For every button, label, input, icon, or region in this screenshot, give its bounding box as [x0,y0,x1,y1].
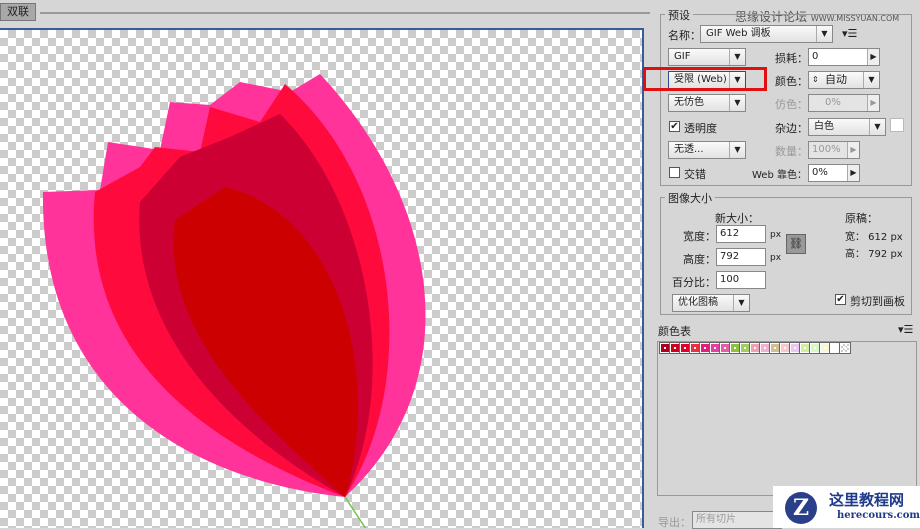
color-swatch[interactable] [819,342,831,354]
chevron-down-icon: ▼ [816,26,832,42]
orig-width: 宽： 612 px [845,232,903,243]
color-swatch[interactable] [789,342,801,354]
chevron-down-icon: ▼ [869,119,885,135]
swatch-list [658,342,916,354]
highlight-box [643,67,767,91]
unit-label: px [770,230,782,240]
export-select: 所有切片 [692,511,782,529]
color-swatch[interactable] [719,342,731,354]
orig-height: 高： 792 px [845,249,903,260]
tulip-image [42,74,426,528]
dither-input: 0% ▶ [808,94,880,112]
color-swatch[interactable] [809,342,821,354]
amount-label: 数量： [775,145,808,158]
matte-select[interactable]: 白色 ▼ [808,118,886,136]
clip-checkbox[interactable]: ✔ [835,294,846,305]
color-swatch[interactable] [709,342,721,354]
color-swatch[interactable] [749,342,761,354]
color-swatch[interactable] [759,342,771,354]
clip-label: 剪切到画板 [850,295,905,308]
color-swatch[interactable] [779,342,791,354]
color-table[interactable] [657,341,917,496]
matte-label: 杂边： [775,122,808,135]
color-swatch[interactable] [689,342,701,354]
name-label: 名称： [668,29,701,42]
color-swatch[interactable] [669,342,681,354]
image-size-legend: 图像大小 [665,190,715,206]
preset-legend: 预设 [665,7,693,23]
chevron-down-icon: ▼ [729,49,745,65]
color-swatch[interactable] [699,342,711,354]
chevron-down-icon: ▼ [729,95,745,111]
color-swatch[interactable] [739,342,751,354]
dither-algo-select[interactable]: 无仿色 ▼ [668,94,746,112]
height-input[interactable]: 792 [716,248,766,266]
logo-icon: Z [785,492,817,524]
color-swatch[interactable] [829,342,841,354]
color-swatch[interactable] [799,342,811,354]
preset-name-select[interactable]: GIF Web 调板 ▼ [700,25,833,43]
transparency-checkbox[interactable]: ✔ [669,121,680,132]
interlaced-checkbox[interactable] [669,167,680,178]
color-swatch[interactable] [839,342,851,354]
transparency-label: 透明度 [684,122,717,135]
tab-2up[interactable]: 双联 [0,3,36,21]
color-swatch[interactable] [769,342,781,354]
format-select[interactable]: GIF ▼ [668,48,746,66]
dither-label: 仿色： [775,98,808,111]
height-label: 高度： [683,253,716,266]
original-label: 原稿： [845,212,878,225]
colors-label: 颜色： [775,75,808,88]
trans-dither-select[interactable]: 无透... ▼ [668,141,746,159]
chevron-down-icon: ▼ [729,142,745,158]
color-swatch[interactable] [659,342,671,354]
interlaced-label: 交错 [684,168,706,181]
percent-label: 百分比： [672,276,716,289]
chevron-down-icon: ▼ [863,72,879,88]
logo-url: herecours.com [837,510,920,521]
lossy-label: 损耗： [775,52,808,65]
play-icon[interactable]: ▶ [867,49,879,65]
websnap-label: Web 靠色： [752,170,807,181]
percent-input[interactable]: 100 [716,271,766,289]
websnap-input[interactable]: 0% ▶ [808,164,860,182]
site-logo: Z 这里教程网 herecours.com [773,486,920,528]
logo-title: 这里教程网 [829,491,905,509]
menu-icon[interactable]: ▾☰ [842,27,857,40]
amount-input: 100% ▶ [808,141,860,159]
color-swatch[interactable] [729,342,741,354]
quality-select[interactable]: 优化图稿 ▼ [672,294,750,312]
matte-swatch[interactable] [890,118,904,132]
stepper-icon[interactable]: ⇕ [812,72,819,88]
new-size-label: 新大小： [715,212,759,225]
stem [344,496,367,528]
colors-select[interactable]: ⇕ 自动 ▼ [808,71,880,89]
play-icon[interactable]: ▶ [847,165,859,181]
divider [40,12,650,14]
chevron-down-icon: ▼ [733,295,749,311]
color-table-label: 颜色表 [658,325,691,338]
link-icon[interactable]: ⛓ [786,234,806,254]
preview-canvas[interactable] [0,28,644,528]
unit-label: px [770,253,782,263]
menu-icon[interactable]: ▾☰ [898,323,913,336]
color-swatch[interactable] [679,342,691,354]
width-input[interactable]: 612 [716,225,766,243]
width-label: 宽度： [683,230,716,243]
lossy-input[interactable]: 0 ▶ [808,48,880,66]
